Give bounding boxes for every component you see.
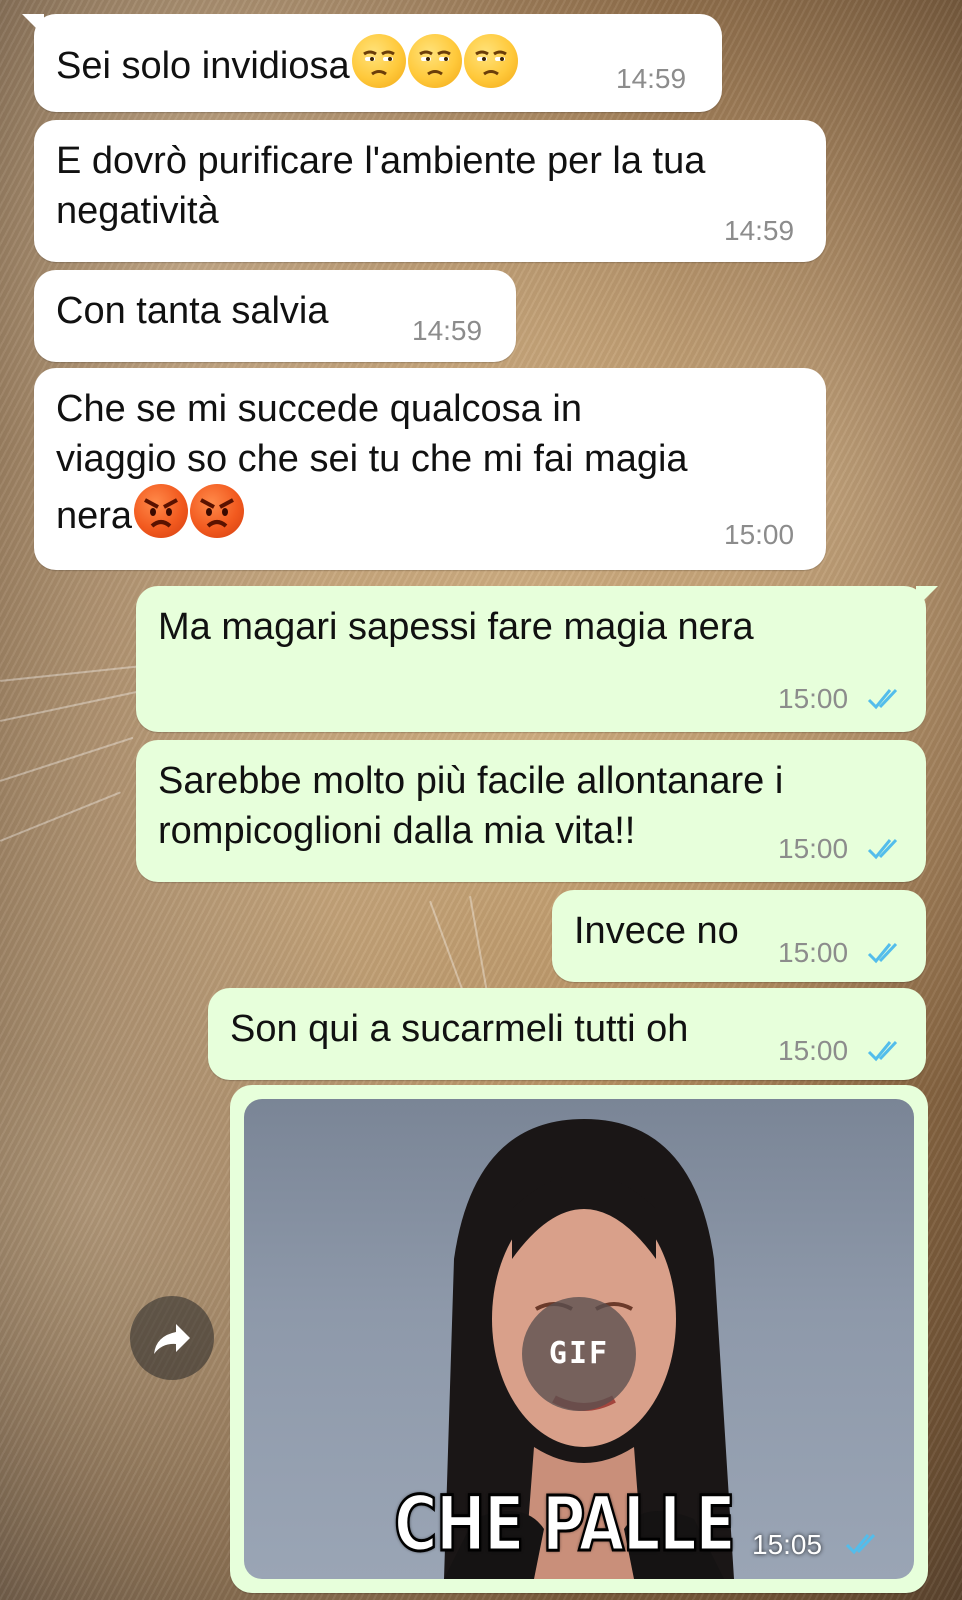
- message-timestamp: 15:00: [778, 683, 849, 714]
- message-text: Sarebbe molto più facile allontanare i r…: [158, 756, 783, 856]
- message-text-line: nera: [56, 495, 133, 537]
- message-timestamp: 15:05: [752, 1529, 823, 1560]
- message-bubble-outgoing[interactable]: Invece no 15:00: [552, 890, 926, 982]
- gif-play-icon[interactable]: GIF: [522, 1297, 636, 1411]
- message-text: Ma magari sapessi fare magia nera: [158, 606, 754, 648]
- message-text: Che se mi succede qualcosa in viaggio so…: [56, 384, 688, 541]
- angry-face-emoji: [134, 484, 189, 538]
- unamused-face-emoji: [351, 34, 406, 88]
- double-check-icon: [867, 1040, 898, 1062]
- message-text: Sei solo invidiosa: [56, 34, 518, 91]
- bubble-tail: [916, 586, 938, 608]
- unamused-face-emoji: [407, 34, 462, 88]
- message-text-line: negatività: [56, 190, 219, 232]
- message-text-line: viaggio so che sei tu che mi fai magia: [56, 438, 688, 480]
- message-text-body: Sei solo invidiosa: [56, 45, 350, 87]
- message-text-line: Sarebbe molto più facile allontanare i: [158, 760, 784, 802]
- message-timestamp: 15:00: [778, 833, 849, 864]
- message-text: Invece no: [574, 910, 739, 952]
- message-timestamp: 15:00: [778, 1035, 849, 1066]
- message-timestamp: 15:00: [778, 937, 849, 968]
- double-check-icon: [867, 838, 898, 860]
- bubble-tail: [22, 14, 44, 36]
- message-bubble-incoming[interactable]: Con tanta salvia 14:59: [34, 270, 516, 362]
- message-bubble-incoming[interactable]: Che se mi succede qualcosa in viaggio so…: [34, 368, 826, 570]
- message-bubble-incoming[interactable]: E dovrò purificare l'ambiente per la tua…: [34, 120, 826, 262]
- message-text: Con tanta salvia: [56, 290, 329, 332]
- message-bubble-incoming[interactable]: Sei solo invidiosa 14:59: [22, 14, 722, 112]
- gif-image[interactable]: GIF CHE PALLE 15:05: [244, 1099, 914, 1579]
- double-check-icon: [867, 942, 898, 964]
- double-check-icon: [845, 1533, 876, 1555]
- message-timestamp: 15:00: [724, 519, 795, 550]
- message-timestamp: 14:59: [616, 63, 687, 94]
- gif-caption: CHE PALLE: [393, 1479, 737, 1568]
- message-text-line: rompicoglioni dalla mia vita!!: [158, 810, 636, 852]
- forward-arrow-icon: [154, 1324, 190, 1354]
- unamused-face-emoji: [463, 34, 518, 88]
- message-text-line: E dovrò purificare l'ambiente per la tua: [56, 140, 706, 182]
- message-timestamp: 14:59: [412, 315, 483, 346]
- angry-face-emoji: [190, 484, 245, 538]
- message-bubble-outgoing[interactable]: Son qui a sucarmeli tutti oh 15:00: [208, 988, 926, 1080]
- message-text: E dovrò purificare l'ambiente per la tua…: [56, 136, 705, 236]
- message-timestamp: 14:59: [724, 215, 795, 246]
- message-text-line: Che se mi succede qualcosa in: [56, 388, 582, 430]
- message-bubble-outgoing[interactable]: Ma magari sapessi fare magia nera 15:00: [136, 586, 938, 732]
- message-text: Son qui a sucarmeli tutti oh: [230, 1008, 689, 1050]
- gif-message-bubble[interactable]: GIF CHE PALLE 15:05: [230, 1085, 928, 1593]
- message-bubble-outgoing[interactable]: Sarebbe molto più facile allontanare i r…: [136, 740, 926, 882]
- double-check-icon: [867, 688, 898, 710]
- chat-view: Sei solo invidiosa 14:59 E dovrò purific…: [0, 0, 962, 1600]
- forward-button[interactable]: [130, 1296, 214, 1380]
